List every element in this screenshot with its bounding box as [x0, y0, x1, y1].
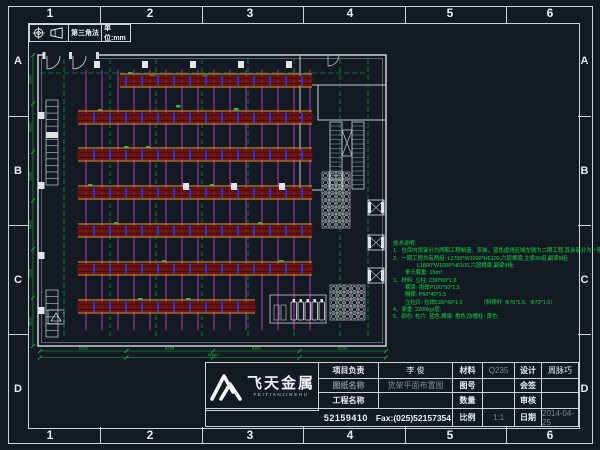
- zone-tick: [8, 116, 28, 117]
- zone-letter-left: D: [8, 334, 28, 443]
- zone-tick: [8, 334, 28, 335]
- zone-letter-right: D: [578, 334, 591, 443]
- note-line: 2、一期工程共有两组: L2700*W1000*H6100,六层横梁,主梁36组…: [393, 256, 579, 263]
- tb-value-project-name: [378, 392, 453, 409]
- zone-number-top: 5: [400, 6, 500, 20]
- zone-tick: [405, 427, 406, 443]
- tb-label-quantity: 数量: [452, 392, 483, 409]
- zone-number-bottom: 5: [400, 428, 500, 442]
- equipment-blocks: [46, 100, 384, 337]
- company-name-cn: 飞天金属: [247, 376, 315, 391]
- tb-value-quantity: [482, 392, 515, 409]
- tb-value-drawing-no: [482, 378, 515, 393]
- zone-tick: [303, 427, 304, 443]
- tb-label-project-name: 工程名称: [318, 392, 379, 409]
- zone-number-top: 3: [200, 6, 300, 20]
- svg-text:3900: 3900: [28, 268, 33, 278]
- svg-text:3900: 3900: [28, 220, 33, 230]
- note-line: 单元载重: 15m³;: [393, 270, 579, 277]
- zone-number-bottom: 3: [200, 428, 300, 442]
- zone-letter-left: B: [8, 116, 28, 225]
- cad-drawing-sheet: 112233445566AABBCCDD 第三角法 单位:mm: [0, 0, 600, 450]
- svg-text:3900: 3900: [28, 317, 33, 327]
- technical-notes: 技术说明:1、仓库内货架分为两期工程制造、安装，蓝色虚线区域左侧为二期工程,其余…: [393, 241, 579, 322]
- zone-number-top: 2: [100, 6, 200, 20]
- zone-letter-right: B: [578, 116, 591, 225]
- tb-label-design: 设计: [514, 362, 542, 379]
- zone-tick: [202, 427, 203, 443]
- svg-text:32600: 32600: [207, 352, 219, 357]
- svg-text:8150: 8150: [165, 346, 175, 351]
- tb-value-scale: 1:1: [482, 408, 515, 427]
- tb-value-review: [541, 392, 579, 409]
- floor-plan-drawing: 8150 8150 8150 8150 32600 3900 3900 3900 3900 390…: [28, 42, 400, 360]
- svg-text:8150: 8150: [79, 346, 89, 351]
- zone-tick: [100, 6, 101, 23]
- third-angle-symbol-icon: [32, 26, 66, 40]
- note-line: 5、颜色: 柱片: 蓝色,横梁: 橙色;防撞柱: 黄色;: [393, 314, 579, 321]
- tb-label-date: 日期: [514, 408, 542, 427]
- zone-number-top: 4: [300, 6, 400, 20]
- tb-value-project-lead: 李 俊: [378, 362, 453, 379]
- svg-text:3900: 3900: [28, 74, 33, 84]
- feitian-logo-icon: [209, 372, 243, 402]
- zone-tick: [506, 427, 507, 443]
- zone-letter-right: A: [578, 6, 591, 116]
- zone-tick: [578, 334, 591, 335]
- projection-symbols: [29, 24, 69, 42]
- svg-text:8150: 8150: [338, 346, 348, 351]
- zone-number-bottom: 2: [100, 428, 200, 442]
- note-line: 隔撑: P50*40*1.5: [393, 292, 579, 299]
- tb-label-material: 材料: [452, 362, 483, 379]
- zone-number-bottom: 4: [300, 428, 400, 442]
- tb-label-drawing-no: 图号: [452, 378, 483, 393]
- tb-label-review: 审核: [514, 392, 542, 409]
- zone-letter-left: C: [8, 225, 28, 334]
- zone-letter-right: C: [578, 225, 591, 334]
- note-line: 立柱片: 拉焊C80*40*1.0 （斜撑杆: Φ76*1.5、Φ73*1.5）: [393, 300, 579, 307]
- tb-value-design: 周脉巧: [541, 362, 579, 379]
- svg-text:3900: 3900: [28, 123, 33, 133]
- tb-label-scale: 比例: [452, 408, 483, 427]
- tb-label-drawing-name: 图纸名称: [318, 378, 379, 393]
- note-line: 3、材料: 立柱: C90*60*1.8: [393, 278, 579, 285]
- zone-tick: [202, 6, 203, 23]
- tb-value-date: 2014-04-25: [541, 408, 579, 427]
- svg-text:8150: 8150: [252, 346, 262, 351]
- zone-letter-left: A: [8, 6, 28, 116]
- zone-tick: [8, 225, 28, 226]
- tb-value-drawing-name: 货架平面布置图: [378, 378, 453, 393]
- phone-number: 52159410: [324, 413, 368, 423]
- zone-tick: [578, 225, 591, 226]
- tb-value-countersign: [541, 378, 579, 393]
- rack-rows: [78, 74, 312, 313]
- company-name-en: FEITIANJINSHU: [253, 393, 308, 398]
- zone-tick: [303, 6, 304, 23]
- tb-label-project-lead: 项目负责: [318, 362, 379, 379]
- svg-text:3900: 3900: [28, 171, 33, 181]
- zone-tick: [506, 6, 507, 23]
- company-logo: 飞天金属 FEITIANJINSHU: [205, 362, 319, 411]
- zone-tick: [405, 6, 406, 23]
- tb-label-countersign: 会签: [514, 378, 542, 393]
- tb-contact: 52159410 Fax:(025)52157354: [205, 408, 453, 427]
- note-line: 1、仓库内货架分为两期工程制造、安装，蓝色虚线区域左侧为二期工程,其余部分为一期…: [393, 248, 579, 255]
- magenta-grid-lines: [86, 70, 310, 330]
- projection-box: 第三角法 单位:mm: [29, 24, 131, 42]
- projection-method-label: 第三角法: [68, 24, 102, 42]
- tb-value-material: Q235: [482, 362, 515, 379]
- zone-tick: [578, 116, 591, 117]
- unit-label: 单位:mm: [101, 24, 131, 42]
- fax-number: Fax:(025)52157354: [376, 413, 451, 423]
- zone-tick: [100, 427, 101, 443]
